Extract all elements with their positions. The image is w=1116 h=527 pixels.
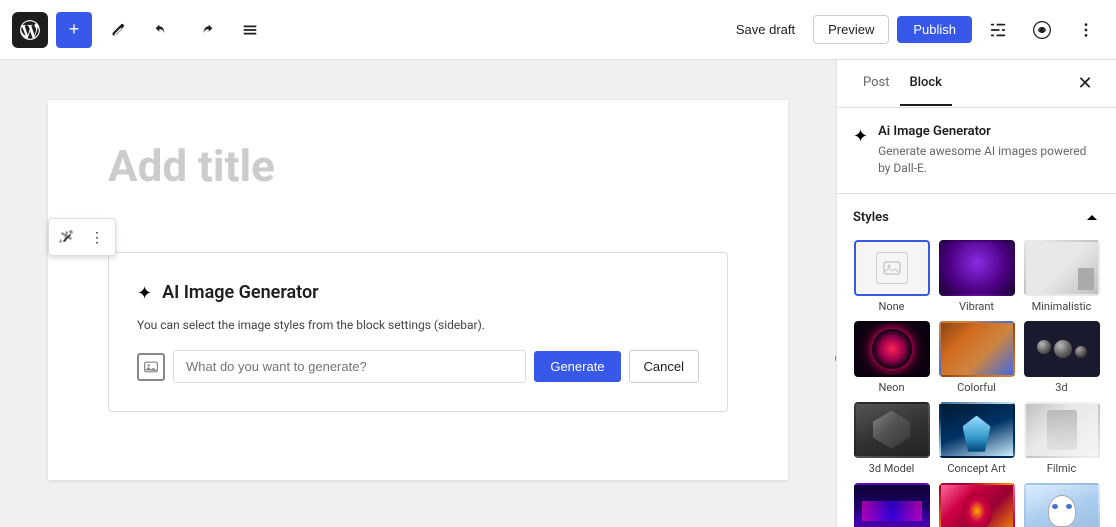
pen-icon <box>109 21 127 39</box>
plugin-ai-icon: ✦ <box>853 126 868 147</box>
block-magic-button[interactable] <box>53 223 81 251</box>
plugin-info-text: Ai Image Generator Generate awesome AI i… <box>878 124 1100 177</box>
style-label-minimalistic: Minimalistic <box>1032 300 1092 313</box>
ai-block-title: AI Image Generator <box>162 282 319 303</box>
sidebar: Post Block ✕ ✦ Ai Image Generator Genera… <box>836 60 1116 527</box>
toolbar-right-actions: Save draft Preview Publish <box>726 12 1104 48</box>
style-item-minimalistic[interactable]: Minimalistic <box>1023 240 1100 313</box>
style-thumb-3dmodel <box>854 402 930 458</box>
settings-icon <box>989 21 1007 39</box>
ai-input-row: Generate Cancel <box>137 350 699 383</box>
styles-section: Styles <box>837 194 1116 527</box>
collapse-icon[interactable] <box>1084 210 1100 226</box>
style-item-3dmodel[interactable]: 3d Model <box>853 402 930 475</box>
preview-button[interactable]: Preview <box>813 15 889 44</box>
styles-title: Styles <box>853 210 889 225</box>
ai-block-icon: ✦ <box>137 283 152 304</box>
magic-wand-icon <box>59 229 75 245</box>
list-icon <box>241 21 259 39</box>
style-item-retrowave[interactable]: Retrowave <box>853 483 930 527</box>
generate-button[interactable]: Generate <box>534 351 620 382</box>
style-label-3d: 3d <box>1055 381 1067 394</box>
3d-inner <box>1037 340 1087 358</box>
plugin-name: Ai Image Generator <box>878 124 1100 139</box>
editor-canvas: Add title ⋮ ✦ AI Image Generator You can… <box>48 100 788 480</box>
style-item-anime[interactable]: Anime <box>1023 483 1100 527</box>
pen-tool-button[interactable] <box>100 12 136 48</box>
style-thumb-psychedelic <box>939 483 1015 527</box>
wp-logo-icon <box>19 19 41 41</box>
style-item-vibrant[interactable]: Vibrant <box>938 240 1015 313</box>
ai-prompt-input[interactable] <box>173 350 526 383</box>
add-block-button[interactable]: + <box>56 12 92 48</box>
list-view-button[interactable] <box>232 12 268 48</box>
style-item-3d[interactable]: 3d <box>1023 321 1100 394</box>
none-icon <box>876 252 908 284</box>
save-draft-button[interactable]: Save draft <box>726 16 805 43</box>
style-thumb-neon <box>854 321 930 377</box>
style-label-colorful: Colorful <box>957 381 996 394</box>
block-toolbar: ⋮ <box>48 218 116 256</box>
undo-button[interactable] <box>144 12 180 48</box>
editor-area: Add title ⋮ ✦ AI Image Generator You can… <box>0 60 836 527</box>
style-label-3dmodel: 3d Model <box>869 462 915 475</box>
ai-image-placeholder-icon <box>137 353 165 381</box>
publish-button[interactable]: Publish <box>897 16 972 43</box>
ai-image-block: ✦ AI Image Generator You can select the … <box>108 252 728 412</box>
style-label-concept: Concept Art <box>947 462 1005 475</box>
main-area: Add title ⋮ ✦ AI Image Generator You can… <box>0 60 1116 527</box>
tab-post[interactable]: Post <box>853 61 900 106</box>
style-thumb-none <box>854 240 930 296</box>
plugin-description: Generate awesome AI images powered by Da… <box>878 143 1100 177</box>
main-toolbar: + Save draft Preview Publish <box>0 0 1116 60</box>
redo-button[interactable] <box>188 12 224 48</box>
style-thumb-anime <box>1024 483 1100 527</box>
ai-assistant-button[interactable] <box>1024 12 1060 48</box>
style-label-neon: Neon <box>878 381 904 394</box>
style-thumb-minimalistic <box>1024 240 1100 296</box>
styles-header: Styles <box>853 210 1100 226</box>
style-item-filmic[interactable]: Filmic <box>1023 402 1100 475</box>
plugin-info: ✦ Ai Image Generator Generate awesome AI… <box>837 108 1116 194</box>
neon-glow <box>872 329 912 369</box>
sidebar-header: Post Block ✕ <box>837 60 1116 108</box>
more-dots-icon <box>1077 21 1095 39</box>
ai-block-description: You can select the image styles from the… <box>137 318 699 332</box>
cancel-button[interactable]: Cancel <box>629 350 699 383</box>
style-label-vibrant: Vibrant <box>959 300 994 313</box>
style-thumb-vibrant <box>939 240 1015 296</box>
sidebar-close-button[interactable]: ✕ <box>1070 69 1100 99</box>
style-label-none: None <box>878 300 904 313</box>
tab-block[interactable]: Block <box>900 61 952 106</box>
ai-icon <box>1032 20 1052 40</box>
style-thumb-3d <box>1024 321 1100 377</box>
redo-icon <box>197 21 215 39</box>
wp-logo <box>12 12 48 48</box>
settings-toggle-button[interactable] <box>980 12 1016 48</box>
image-icon <box>143 359 159 375</box>
style-label-filmic: Filmic <box>1047 462 1077 475</box>
more-options-button[interactable] <box>1068 12 1104 48</box>
ai-block-header: ✦ AI Image Generator <box>137 281 699 304</box>
styles-grid: None Vibrant Minimalistic <box>853 240 1100 527</box>
style-item-concept[interactable]: Concept Art <box>938 402 1015 475</box>
style-item-neon[interactable]: Neon <box>853 321 930 394</box>
style-item-colorful[interactable]: Colorful <box>938 321 1015 394</box>
style-thumb-filmic <box>1024 402 1100 458</box>
style-item-psychedelic[interactable]: Psychedelic <box>938 483 1015 527</box>
post-title-input[interactable]: Add title <box>108 140 728 192</box>
style-item-none[interactable]: None <box>853 240 930 313</box>
style-thumb-retrowave <box>854 483 930 527</box>
undo-icon <box>153 21 171 39</box>
block-more-button[interactable]: ⋮ <box>83 223 111 251</box>
style-thumb-colorful <box>939 321 1015 377</box>
style-thumb-concept <box>939 402 1015 458</box>
